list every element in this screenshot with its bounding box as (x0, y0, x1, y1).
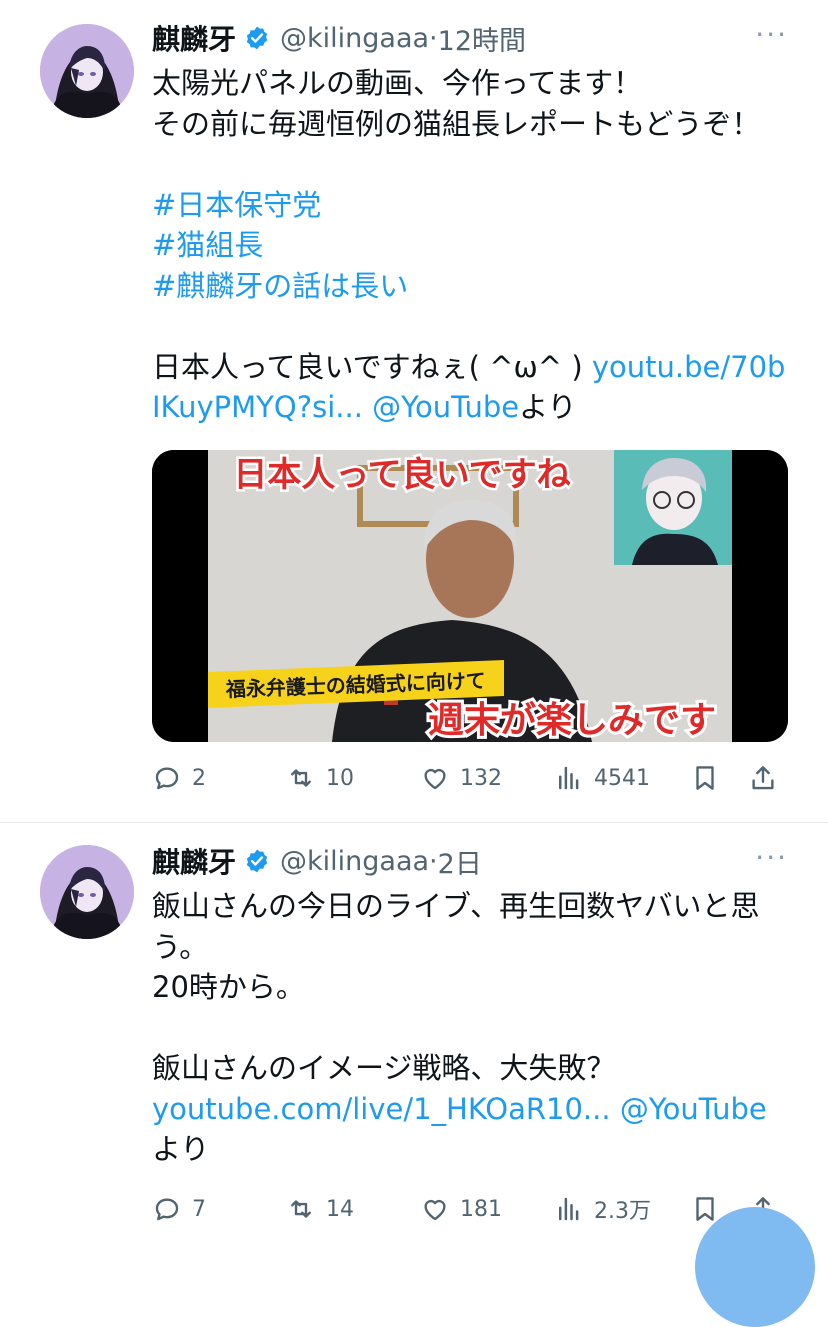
bar-chart-icon (559, 766, 579, 790)
tweet-text-part: 太陽光パネルの動画、今作ってます！ その前に毎週恒例の猫組長レポートもどうぞ！ (152, 66, 761, 141)
retweet-count: 10 (326, 765, 354, 791)
hashtag-link[interactable]: #日本保守党 (152, 188, 321, 222)
tweet-actions: 2 10 132 4541 (152, 758, 788, 798)
tweet-text-part: より (519, 390, 577, 424)
thumbnail-top-caption: 日本人って良いですね (233, 455, 570, 495)
reply-bubble-icon (155, 767, 179, 790)
thumbnail-bottom-caption: 週末が楽しみです (428, 700, 716, 741)
tweet-header: 麒麟牙 @kilingaaa · 2日 (152, 841, 482, 881)
more-options-button[interactable]: ··· (755, 841, 788, 874)
retweet-icon (291, 1200, 311, 1218)
like-button[interactable]: 181 (420, 1189, 502, 1229)
heart-icon (424, 1200, 446, 1221)
retweet-count: 14 (326, 1196, 354, 1222)
view-count: 2.3万 (594, 1199, 651, 1224)
tweet-header: 麒麟牙 @kilingaaa · 12時間 (152, 18, 526, 58)
tweet[interactable]: 麒麟牙 @kilingaaa · 2日 ··· 飯山さんの今日のライブ、再生回数… (0, 823, 828, 1239)
verified-badge-icon (246, 849, 268, 873)
header-separator: · (429, 22, 438, 54)
share-upload-icon (752, 766, 774, 790)
hashtag-link[interactable]: #猫組長 (152, 228, 263, 262)
user-handle[interactable]: @kilingaaa (280, 846, 429, 877)
share-button[interactable] (748, 758, 778, 798)
like-count: 132 (460, 765, 502, 791)
user-handle[interactable]: @kilingaaa (280, 23, 429, 54)
heart-icon (424, 769, 446, 790)
reply-button[interactable]: 7 (152, 1189, 206, 1229)
bookmark-icon (696, 1197, 714, 1221)
mention-link[interactable]: @YouTube (372, 390, 519, 424)
verified-badge-icon (246, 26, 268, 50)
hashtag-link[interactable]: #麒麟牙の話は長い (152, 269, 408, 303)
bookmark-button[interactable] (690, 758, 720, 798)
compose-button[interactable] (695, 1207, 815, 1327)
bar-chart-icon (559, 1197, 579, 1221)
url-link[interactable]: youtube.com/live/1_HKOaR10... (152, 1092, 611, 1126)
display-name[interactable]: 麒麟牙 (152, 18, 236, 58)
reply-bubble-icon (155, 1198, 179, 1221)
display-name[interactable]: 麒麟牙 (152, 841, 236, 881)
tweet-timestamp[interactable]: 12時間 (438, 19, 526, 58)
tweet[interactable]: 麒麟牙 @kilingaaa · 12時間 ··· 太陽光パネルの動画、今作って… (0, 0, 828, 822)
more-options-button[interactable]: ··· (755, 18, 788, 51)
bookmark-icon (696, 766, 714, 790)
views-button[interactable]: 4541 (554, 758, 650, 798)
mention-link[interactable]: @YouTube (620, 1092, 767, 1126)
retweet-button[interactable]: 14 (286, 1189, 354, 1229)
header-separator: · (429, 845, 438, 877)
tweet-text: 飯山さんの今日のライブ、再生回数ヤバいと思う。 20時から。 飯山さんのイメージ… (152, 886, 792, 1170)
tweet-text-part: より (152, 1132, 210, 1166)
view-count: 4541 (594, 765, 650, 791)
retweet-button[interactable]: 10 (286, 758, 354, 798)
tweet-timestamp[interactable]: 2日 (438, 842, 482, 881)
tweet-actions: 7 14 181 2.3万 (152, 1189, 788, 1229)
avatar[interactable] (40, 845, 134, 939)
tweet-text: 太陽光パネルの動画、今作ってます！ その前に毎週恒例の猫組長レポートもどうぞ！ … (152, 63, 792, 428)
like-button[interactable]: 132 (420, 758, 502, 798)
retweet-icon (291, 769, 311, 787)
video-link-card[interactable]: 日本人って良いですね 福永弁護士の結婚式に向けて 週末が楽しみです (152, 450, 788, 742)
like-count: 181 (460, 1196, 502, 1222)
tweet-text-part: 飯山さんの今日のライブ、再生回数ヤバいと思う。 20時から。 飯山さんのイメージ… (152, 889, 760, 1085)
avatar[interactable] (40, 24, 134, 118)
reply-count: 7 (192, 1196, 206, 1222)
reply-count: 2 (192, 765, 206, 791)
tweet-text-part: 日本人って良いですねぇ( ^ω^ ) (152, 349, 583, 384)
reply-button[interactable]: 2 (152, 758, 206, 798)
views-button[interactable]: 2.3万 (554, 1189, 651, 1229)
